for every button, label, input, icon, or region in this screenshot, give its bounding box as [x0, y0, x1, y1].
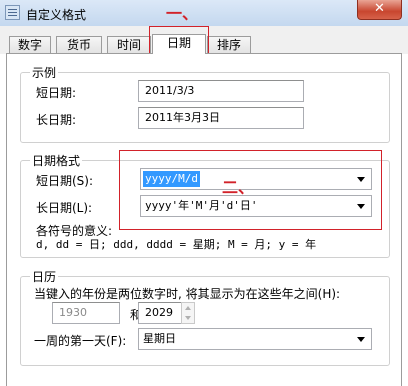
chevron-down-icon[interactable]: [357, 204, 365, 209]
calendar-title: 日历: [30, 268, 59, 285]
two-digit-year-label: 当键入的年份是两位数字时, 将其显示为在这些年之间(H):: [34, 287, 341, 301]
symbol-legend-text: d, dd = 日; ddd, dddd = 星期; M = 月; y = 年: [36, 238, 317, 251]
example-short-field: 2011/3/3: [138, 80, 304, 102]
short-date-combo[interactable]: yyyy/M/d: [140, 168, 372, 190]
tab-strip: 数字 货币 时间 日期 排序: [0, 26, 408, 54]
title-bar: 自定义格式 ✕: [0, 0, 408, 27]
short-date-value: yyyy/M/d: [143, 171, 200, 187]
first-day-combo[interactable]: 星期日: [138, 328, 372, 350]
first-day-value: 星期日: [143, 332, 176, 345]
long-date-label: 长日期(L):: [36, 201, 93, 215]
tab-number[interactable]: 数字: [9, 36, 51, 53]
tab-date[interactable]: 日期: [152, 34, 206, 54]
long-date-value: yyyy'年'M'月'd'日': [145, 199, 258, 212]
tab-currency[interactable]: 货币: [56, 36, 102, 53]
long-date-combo[interactable]: yyyy'年'M'月'd'日': [140, 195, 372, 217]
annotation-mark-two: 二、: [222, 178, 255, 197]
chevron-down-icon[interactable]: [357, 337, 365, 342]
close-button[interactable]: ✕: [357, 0, 402, 20]
example-long-field: 2011年3月3日: [138, 107, 304, 129]
tab-time[interactable]: 时间: [107, 36, 151, 53]
to-year-field[interactable]: 2029: [138, 302, 186, 324]
tab-sort[interactable]: 排序: [207, 36, 251, 53]
date-format-title: 日期格式: [30, 152, 83, 169]
short-date-label: 短日期(S):: [36, 174, 94, 188]
example-short-label: 短日期:: [36, 86, 77, 100]
chevron-down-icon[interactable]: [357, 177, 365, 182]
from-year-field: 1930: [52, 302, 120, 324]
example-title: 示例: [30, 64, 59, 81]
window-icon: [5, 5, 20, 20]
first-day-label: 一周的第一天(F):: [34, 334, 127, 348]
to-year-spinner[interactable]: [181, 302, 195, 324]
window-title: 自定义格式: [26, 8, 87, 22]
example-long-label: 长日期:: [36, 113, 77, 127]
annotation-mark-one: 一、: [166, 4, 199, 23]
